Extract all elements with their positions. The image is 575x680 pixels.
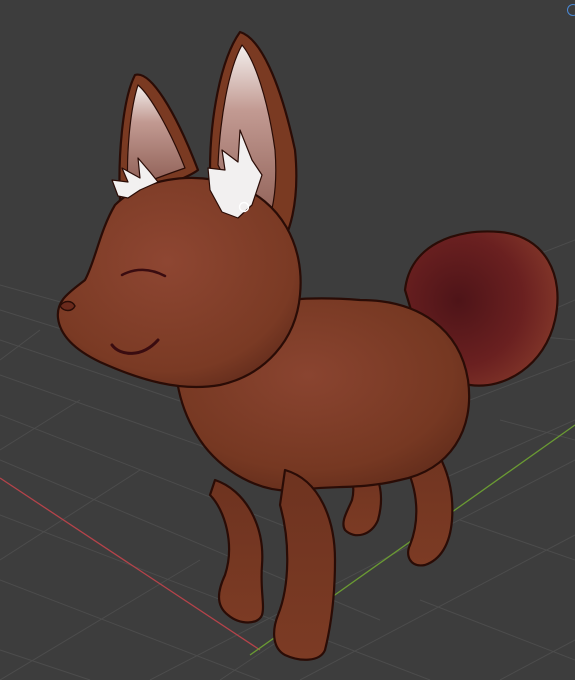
3d-viewport[interactable] [0, 0, 575, 680]
fox-nose [59, 300, 76, 312]
fox-head[interactable] [56, 176, 302, 389]
fox-front-leg-right[interactable] [273, 468, 337, 661]
viewport-scene[interactable] [0, 0, 575, 680]
navigation-gizmo-icon[interactable] [567, 4, 575, 16]
